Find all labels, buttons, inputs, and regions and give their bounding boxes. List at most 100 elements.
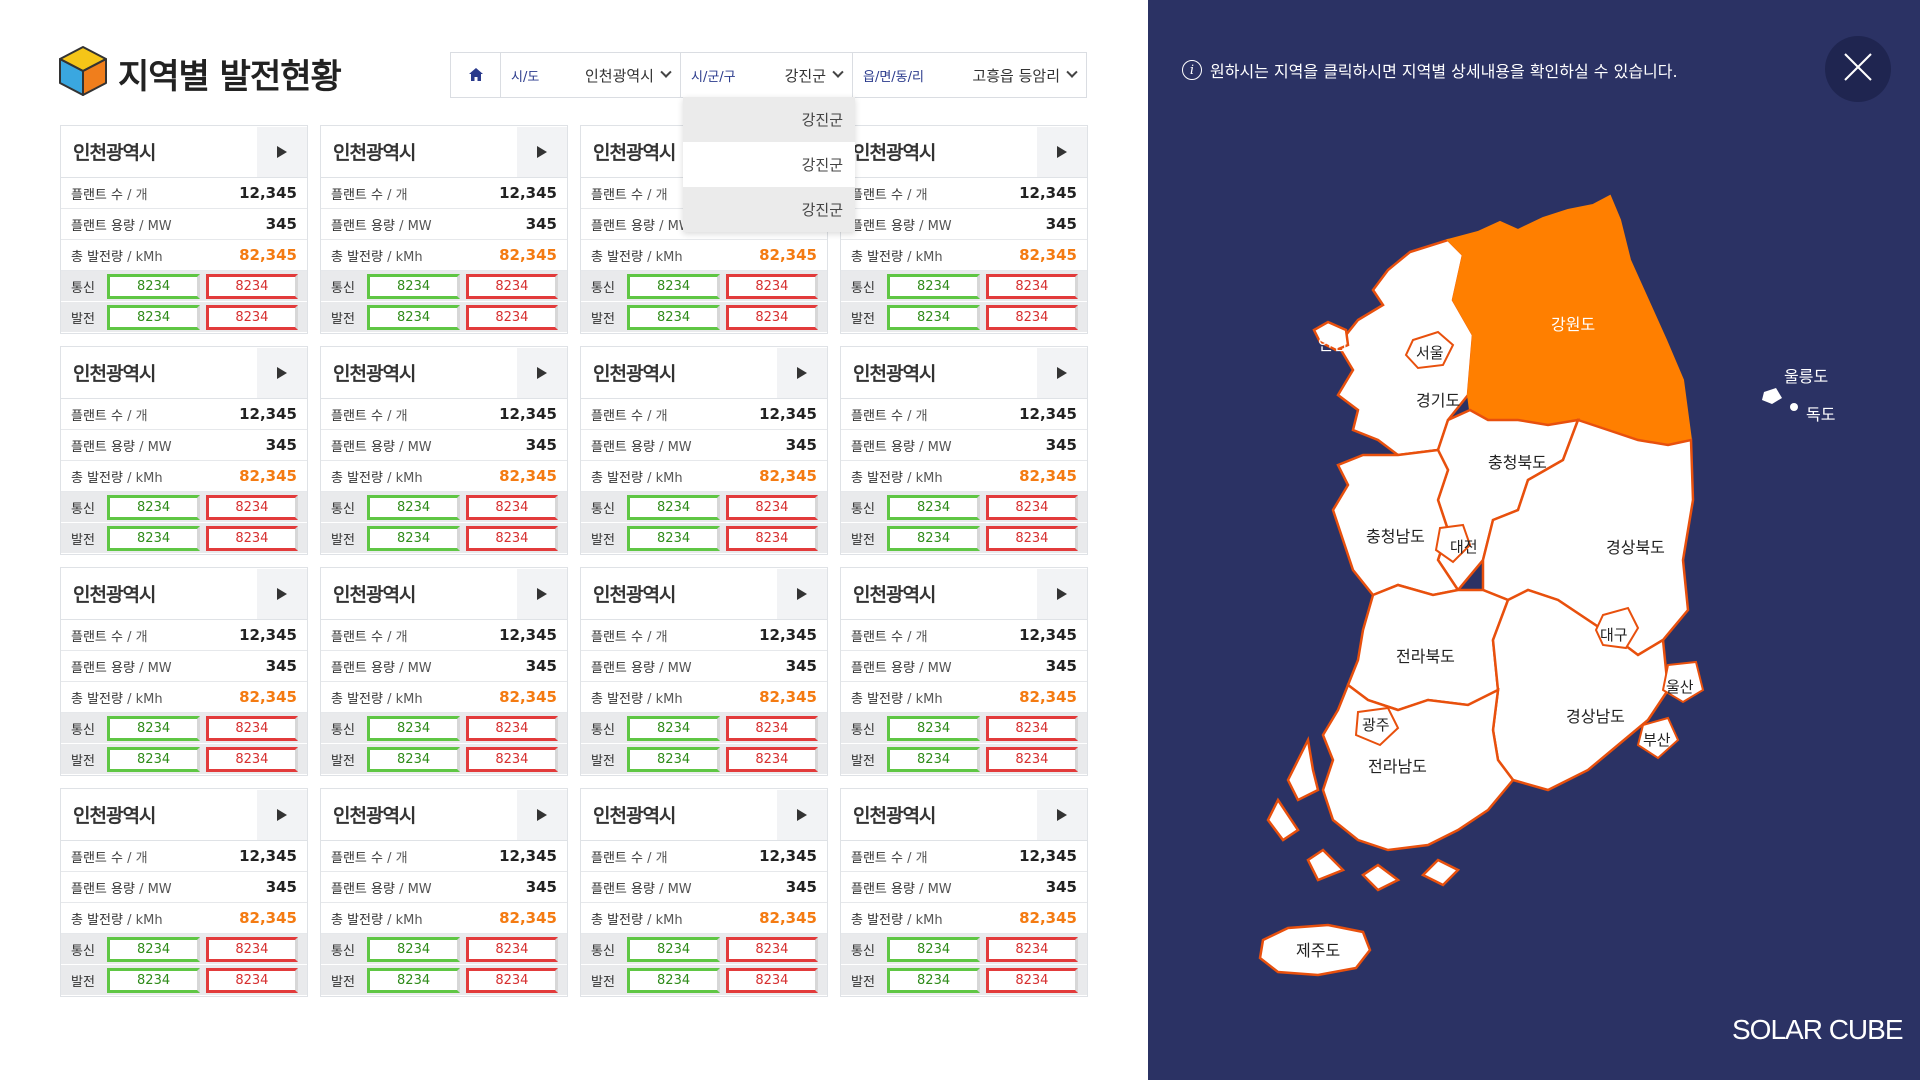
comm-error-count: 8234 — [725, 715, 818, 741]
dropdown-option[interactable]: 강진군 — [683, 97, 855, 142]
card-detail-button[interactable] — [1037, 789, 1087, 840]
plants-value: 12,345 — [1019, 184, 1077, 202]
region-card: 인천광역시플랜트 수 / 개 12,345 플랜트 용량 / MW 345 총 발전량 … — [320, 788, 568, 997]
region-card: 인천광역시플랜트 수 / 개 12,345 플랜트 용량 / MW 345 총 발전량 … — [840, 346, 1088, 555]
comm-ok-count: 8234 — [367, 273, 460, 299]
capacity-row: 플랜트 용량 / MW 345 — [581, 872, 827, 903]
power-ok-count: 8234 — [107, 304, 200, 330]
plants-unit: / 개 — [642, 629, 668, 645]
page-header: 지역별 발전현황 — [58, 45, 342, 101]
card-detail-button[interactable] — [517, 126, 567, 177]
generation-label: 총 발전량 — [331, 470, 383, 486]
plants-unit: / 개 — [382, 850, 408, 866]
power-error-count: 8234 — [985, 304, 1078, 330]
card-detail-button[interactable] — [257, 789, 307, 840]
comm-label: 통신 — [851, 501, 875, 517]
plants-unit: / 개 — [382, 187, 408, 203]
sigungu-select[interactable]: 시/군/구 강진군 — [681, 53, 853, 97]
play-arrow-icon — [1057, 587, 1067, 600]
comm-ok-count: 8234 — [367, 936, 460, 962]
card-header: 인천광역시 — [841, 347, 1087, 399]
card-detail-button[interactable] — [517, 789, 567, 840]
generation-row: 총 발전량 / kMh 82,345 — [841, 461, 1087, 492]
power-ok-count: 8234 — [627, 525, 720, 551]
plants-label: 플랜트 수 — [71, 408, 123, 424]
region-ulleung[interactable] — [1762, 388, 1782, 404]
generation-label: 총 발전량 — [591, 691, 643, 707]
plants-unit: / 개 — [902, 408, 928, 424]
capacity-row: 플랜트 용량 / MW 345 — [841, 651, 1087, 682]
card-detail-button[interactable] — [517, 347, 567, 398]
eup-value: 고흥읍 등암리 — [972, 66, 1060, 85]
capacity-row: 플랜트 용량 / MW 345 — [61, 651, 307, 682]
power-row: 발전 8234 8234 — [581, 744, 827, 775]
card-header: 인천광역시 — [61, 568, 307, 620]
play-arrow-icon — [277, 145, 287, 158]
region-card: 인천광역시플랜트 수 / 개 12,345 플랜트 용량 / MW 345 총 발전량 … — [840, 567, 1088, 776]
region-dokdo[interactable] — [1790, 403, 1798, 411]
generation-unit: / kMh — [642, 470, 683, 486]
capacity-value: 345 — [785, 657, 817, 675]
comm-label: 통신 — [331, 280, 355, 296]
comm-ok-count: 8234 — [887, 273, 980, 299]
dropdown-option[interactable]: 강진군 — [683, 187, 855, 232]
eup-select[interactable]: 읍/면/동/리 고흥읍 등암리 — [853, 53, 1086, 97]
play-arrow-icon — [1057, 366, 1067, 379]
card-detail-button[interactable] — [1037, 126, 1087, 177]
generation-unit: / kMh — [382, 249, 423, 265]
region-card: 인천광역시플랜트 수 / 개 12,345 플랜트 용량 / MW 345 총 발전량 … — [840, 788, 1088, 997]
power-error-count: 8234 — [465, 304, 558, 330]
capacity-row: 플랜트 용량 / MW 345 — [581, 651, 827, 682]
plants-value: 12,345 — [759, 626, 817, 644]
plants-row: 플랜트 수 / 개 12,345 — [321, 399, 567, 430]
comm-ok-count: 8234 — [107, 715, 200, 741]
comm-row: 통신 8234 8234 — [321, 713, 567, 744]
label-chungnam: 충청남도 — [1366, 527, 1425, 546]
comm-label: 통신 — [851, 722, 875, 738]
power-row: 발전 8234 8234 — [841, 302, 1087, 333]
power-label: 발전 — [71, 311, 95, 327]
card-detail-button[interactable] — [517, 568, 567, 619]
region-chungnam[interactable] — [1331, 448, 1461, 597]
capacity-label: 플랜트 용량 — [331, 218, 395, 234]
card-detail-button[interactable] — [1037, 347, 1087, 398]
comm-label: 통신 — [71, 280, 95, 296]
generation-unit: / kMh — [382, 912, 423, 928]
label-busan: 부산 — [1643, 731, 1671, 749]
comm-ok-count: 8234 — [887, 715, 980, 741]
power-ok-count: 8234 — [627, 304, 720, 330]
card-detail-button[interactable] — [777, 347, 827, 398]
label-gyeonggi: 경기도 — [1416, 391, 1460, 410]
dropdown-option[interactable]: 강진군 — [683, 142, 855, 187]
home-button[interactable] — [451, 53, 501, 97]
card-detail-button[interactable] — [257, 568, 307, 619]
capacity-unit: / MW — [394, 881, 432, 897]
comm-row: 통신 8234 8234 — [581, 271, 827, 302]
card-detail-button[interactable] — [777, 568, 827, 619]
sido-select[interactable]: 시/도 인천광역시 — [501, 53, 681, 97]
card-detail-button[interactable] — [1037, 568, 1087, 619]
capacity-row: 플랜트 용량 / MW 345 — [321, 209, 567, 240]
generation-unit: / kMh — [122, 691, 163, 707]
plants-row: 플랜트 수 / 개 12,345 — [841, 178, 1087, 209]
plants-unit: / 개 — [642, 187, 668, 203]
card-detail-button[interactable] — [777, 789, 827, 840]
power-error-count: 8234 — [725, 525, 818, 551]
label-gyeongnam: 경상남도 — [1566, 707, 1625, 726]
generation-row: 총 발전량 / kMh 82,345 — [581, 903, 827, 934]
capacity-row: 플랜트 용량 / MW 345 — [841, 430, 1087, 461]
comm-ok-count: 8234 — [107, 936, 200, 962]
comm-label: 통신 — [591, 722, 615, 738]
label-gwangju: 광주 — [1362, 716, 1390, 734]
card-detail-button[interactable] — [257, 126, 307, 177]
capacity-unit: / MW — [914, 881, 952, 897]
generation-label: 총 발전량 — [71, 912, 123, 928]
capacity-unit: / MW — [134, 218, 172, 234]
power-ok-count: 8234 — [887, 967, 980, 993]
comm-row: 통신 8234 8234 — [841, 271, 1087, 302]
card-detail-button[interactable] — [257, 347, 307, 398]
page-title: 지역별 발전현황 — [118, 56, 342, 97]
plants-value: 12,345 — [759, 847, 817, 865]
plants-label: 플랜트 수 — [71, 629, 123, 645]
home-icon — [468, 66, 483, 85]
